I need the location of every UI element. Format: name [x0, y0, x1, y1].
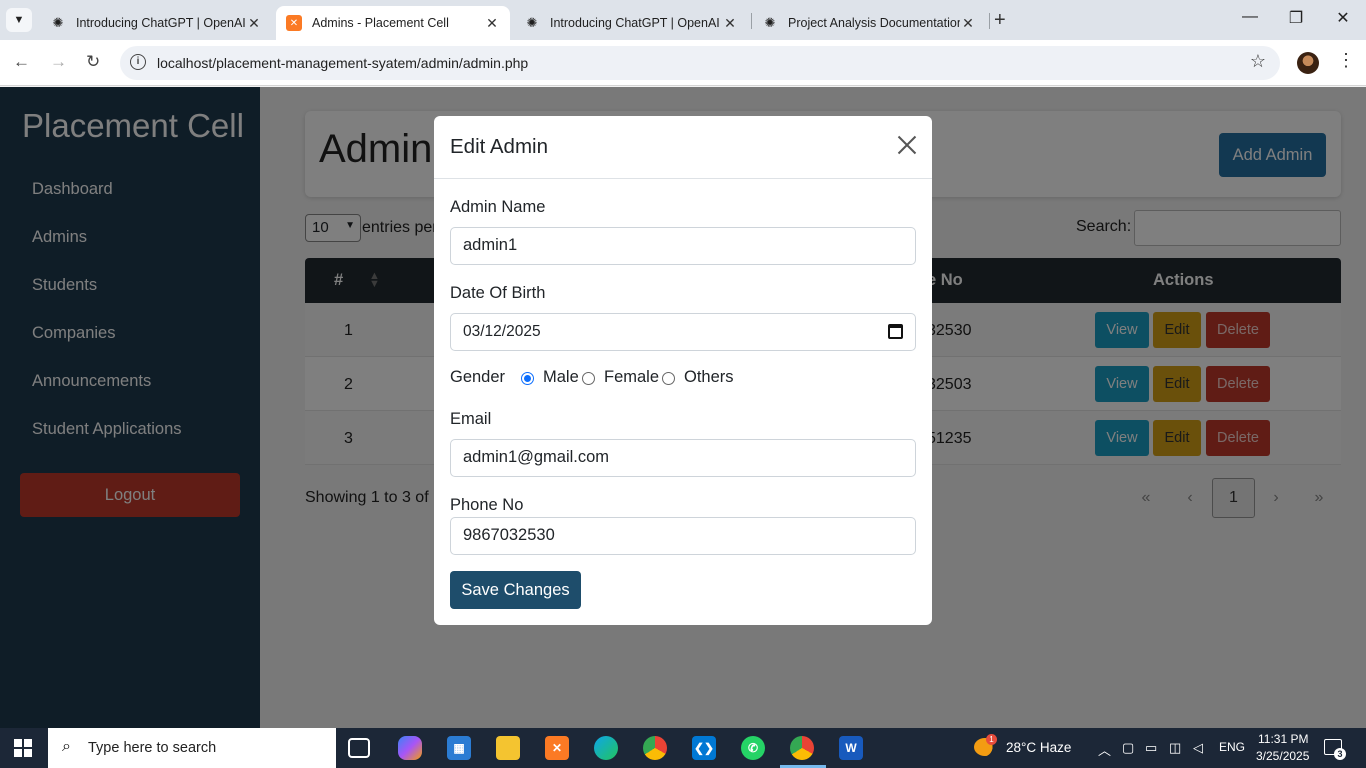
- taskbar-search-placeholder: Type here to search: [88, 740, 217, 756]
- close-icon[interactable]: ✕: [484, 15, 500, 32]
- gender-male-radio[interactable]: [521, 372, 534, 385]
- network-icon[interactable]: ◫: [1169, 740, 1181, 756]
- battery-icon[interactable]: ▭: [1145, 740, 1157, 756]
- gender-female-radio[interactable]: [582, 372, 595, 385]
- volume-icon[interactable]: ◁: [1193, 740, 1203, 756]
- window-close-icon[interactable]: ✕: [1320, 8, 1366, 28]
- back-arrow-icon[interactable]: ←: [13, 52, 30, 72]
- dob-label: Date Of Birth: [450, 284, 546, 302]
- new-tab-plus-icon[interactable]: +: [994, 9, 1006, 32]
- phone-label: Phone No: [450, 496, 524, 514]
- vscode-icon[interactable]: ❮❯: [692, 736, 716, 760]
- task-view-icon[interactable]: [348, 738, 370, 758]
- reload-icon[interactable]: ↻: [86, 52, 100, 72]
- meet-now-icon[interactable]: ▢: [1122, 740, 1134, 756]
- openai-icon: ✺: [52, 15, 64, 30]
- notification-count: 3: [1334, 748, 1346, 760]
- restore-icon[interactable]: ❐: [1273, 8, 1319, 28]
- admin-name-input[interactable]: admin1: [450, 227, 916, 265]
- edit-admin-modal: Edit Admin Admin Name admin1 Date Of Bir…: [434, 116, 932, 625]
- chrome-profile-icon[interactable]: [790, 736, 814, 760]
- dob-value: 03/12/2025: [463, 323, 541, 340]
- gender-others-radio[interactable]: [662, 372, 675, 385]
- close-icon[interactable]: [896, 133, 918, 157]
- xampp-icon[interactable]: ✕: [545, 736, 569, 760]
- close-icon[interactable]: ✕: [722, 15, 738, 32]
- browser-tab-bar: ▼ ✺ Introducing ChatGPT | OpenAI ✕ ✕ Adm…: [0, 0, 1366, 40]
- microsoft-store-icon[interactable]: ▦: [447, 736, 471, 760]
- language-indicator[interactable]: ENG: [1219, 740, 1245, 754]
- omnibox[interactable]: i localhost/placement-management-syatem/…: [120, 46, 1280, 80]
- tab-title: Admins - Placement Cell: [312, 16, 449, 30]
- whatsapp-icon[interactable]: ✆: [741, 736, 765, 760]
- openai-icon: ✺: [764, 15, 776, 30]
- chevron-down-icon: ▼: [13, 14, 25, 26]
- bookmark-star-icon[interactable]: ☆: [1250, 51, 1266, 72]
- chevron-up-icon[interactable]: ︿: [1098, 740, 1111, 759]
- windows-taskbar: ⌕ Type here to search ▦ ✕ ❮❯ ✆ W 1 28°C …: [0, 728, 1366, 768]
- tab-title: Project Analysis Documentation: [788, 16, 960, 30]
- weather-text[interactable]: 28°C Haze: [1006, 740, 1071, 755]
- dob-input[interactable]: 03/12/2025: [450, 313, 916, 351]
- more-menu-icon[interactable]: ⋮: [1337, 50, 1355, 71]
- weather-badge: 1: [986, 734, 997, 745]
- clock-date[interactable]: 3/25/2025: [1256, 749, 1309, 763]
- browser-tab-4[interactable]: ✺ Project Analysis Documentation ✕: [752, 6, 986, 40]
- profile-avatar[interactable]: [1297, 52, 1319, 74]
- close-icon[interactable]: ✕: [246, 15, 262, 32]
- copilot-icon[interactable]: [398, 736, 422, 760]
- edge-icon[interactable]: [594, 736, 618, 760]
- forward-arrow-icon[interactable]: →: [50, 52, 67, 72]
- chrome-icon[interactable]: [643, 736, 667, 760]
- openai-icon: ✺: [526, 15, 538, 30]
- browser-tab-2[interactable]: ✕ Admins - Placement Cell ✕: [276, 6, 510, 40]
- url-text[interactable]: localhost/placement-management-syatem/ad…: [157, 55, 528, 71]
- email-input[interactable]: admin1@gmail.com: [450, 439, 916, 477]
- gender-female-label[interactable]: Female: [604, 368, 659, 387]
- minimize-icon[interactable]: —: [1227, 8, 1273, 26]
- clock-time[interactable]: 11:31 PM: [1258, 732, 1308, 746]
- tab-title: Introducing ChatGPT | OpenAI: [550, 16, 720, 30]
- phone-input[interactable]: 9867032530: [450, 517, 916, 555]
- gender-male-label[interactable]: Male: [543, 368, 579, 387]
- browser-tab-1[interactable]: ✺ Introducing ChatGPT | OpenAI ✕: [40, 6, 272, 40]
- email-label: Email: [450, 410, 492, 428]
- windows-start-icon[interactable]: [14, 739, 32, 757]
- address-bar-row: ← → ↻ i localhost/placement-management-s…: [0, 40, 1366, 86]
- calendar-icon[interactable]: [888, 324, 903, 339]
- site-info-icon[interactable]: i: [130, 54, 146, 70]
- xampp-icon: ✕: [286, 15, 302, 31]
- gender-others-label[interactable]: Others: [684, 368, 734, 387]
- modal-title: Edit Admin: [450, 135, 548, 158]
- taskbar-search-box[interactable]: ⌕ Type here to search: [48, 728, 336, 768]
- word-icon[interactable]: W: [839, 736, 863, 760]
- close-icon[interactable]: ✕: [960, 15, 976, 32]
- search-icon: ⌕: [62, 738, 71, 755]
- tab-title: Introducing ChatGPT | OpenAI: [76, 16, 246, 30]
- save-changes-button[interactable]: Save Changes: [450, 571, 581, 609]
- admin-name-label: Admin Name: [450, 198, 546, 216]
- modal-header: Edit Admin: [434, 116, 932, 179]
- tab-separator: [989, 13, 990, 29]
- tab-search-button[interactable]: ▼: [6, 8, 32, 32]
- gender-label: Gender: [450, 368, 506, 386]
- file-explorer-icon[interactable]: [496, 736, 520, 760]
- browser-tab-3[interactable]: ✺ Introducing ChatGPT | OpenAI ✕: [514, 6, 748, 40]
